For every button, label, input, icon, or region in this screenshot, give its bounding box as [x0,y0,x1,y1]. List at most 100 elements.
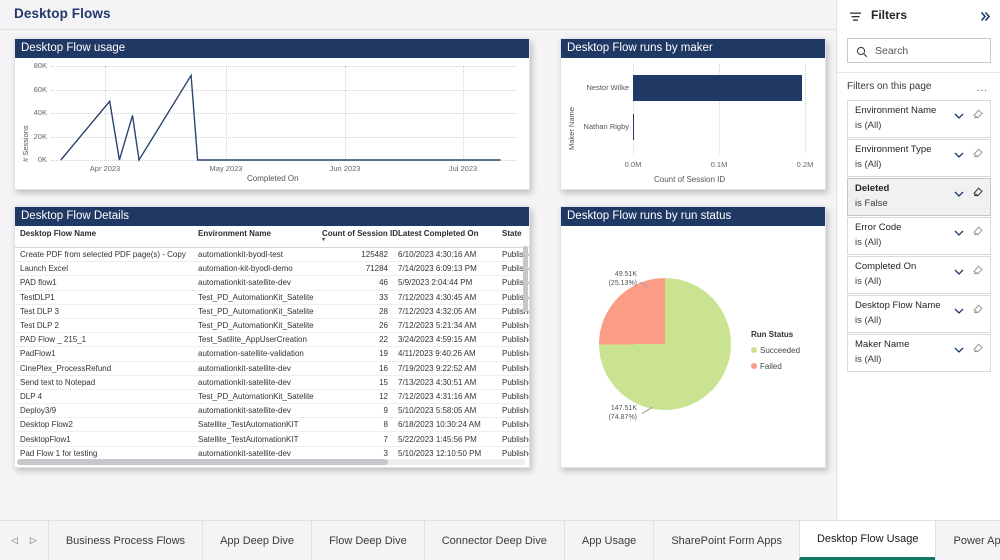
chevron-down-icon[interactable] [954,341,964,359]
table-row[interactable]: Pad Flow 1 for testing automationkit-sate… [15,446,529,459]
page-tab-business-process-flows[interactable]: Business Process Flows [47,521,203,560]
chevron-down-icon[interactable] [954,146,964,164]
table-row[interactable]: DLP 4 Test_PD_AutomationKit_Satelite 12 7/1… [15,389,529,405]
table-cell: 9 [317,403,393,419]
chevron-down-icon[interactable] [954,224,964,242]
pie-legend-item[interactable]: Failed [751,362,782,371]
filter-field-name: Desktop Flow Name [855,300,941,311]
table-row[interactable]: PAD Flow _ 215_1 Test_Satilite_AppUserCre… [15,332,529,348]
gridline-vertical [805,64,806,154]
pie-chart-body[interactable]: 49.51K (25.13%) 147.51K (74.87%) Run Sta… [561,226,825,467]
table-cell: Published [497,417,529,433]
filter-field-value: is (All) [855,354,882,365]
table-viewport[interactable]: Desktop Flow Name Environment Name Count o… [15,226,529,459]
page-tab-sharepoint-form-apps[interactable]: SharePoint Form Apps [653,521,799,560]
table-cell: 3 [317,446,393,459]
clear-filter-eraser-icon[interactable] [972,301,984,319]
line-chart-body[interactable]: # Sessions 80K 60K 40K 20K 0K Apr 2023 May 202… [15,58,529,189]
table-cell: Test DLP 2 [15,318,193,334]
table-cell: 8 [317,417,393,433]
filter-card[interactable]: Maker Name is (All) [847,334,991,372]
filter-card[interactable]: Completed On is (All) [847,256,991,294]
page-tab-app-usage[interactable]: App Usage [563,521,654,560]
table-row[interactable]: PadFlow1 automation-satellite-validation 1… [15,346,529,362]
page-tab-flow-deep-dive[interactable]: Flow Deep Dive [311,521,424,560]
page-tab-connector-deep-dive[interactable]: Connector Deep Dive [423,521,564,560]
table-row[interactable]: PAD flow1 automationkit-satellite-dev 46 5/… [15,275,529,291]
table-body[interactable]: Desktop Flow Name Environment Name Count o… [15,226,529,467]
table-cell: 125482 [317,247,393,263]
table-row[interactable]: TestDLP1 Test_PD_AutomationKit_Satelite 33… [15,290,529,305]
table-body-rows[interactable]: Create PDF from selected PDF page(s) - C… [15,247,529,459]
chevron-down-icon[interactable] [954,185,964,203]
table-row[interactable]: DesktopFlow1 Satellite_TestAutomationKIT 7… [15,431,529,447]
chevron-double-right-icon[interactable] [980,9,991,27]
clear-filter-eraser-icon[interactable] [972,184,984,202]
table-column-header[interactable]: State [497,226,529,248]
visual-runs-by-maker[interactable]: Desktop Flow runs by maker Maker Name 0.… [560,38,826,190]
table-header-row[interactable]: Desktop Flow Name Environment Name Count o… [15,226,529,248]
page-tab-app-deep-dive[interactable]: App Deep Dive [202,521,312,560]
clear-filter-eraser-icon[interactable] [972,223,984,241]
pie-slices[interactable] [599,278,731,410]
x-tick: 0.1M [710,160,728,169]
line-plot-area[interactable]: 80K 60K 40K 20K 0K Apr 2023 May 2023 Jun 2023 Ju… [15,58,531,191]
table-cell: 12 [317,389,393,405]
chevron-down-icon[interactable] [954,107,964,125]
sort-descending-icon: ▾ [322,237,326,243]
next-page-icon[interactable]: ▷ [30,535,37,546]
table-row[interactable]: Test DLP 3 Test_PD_AutomationKit_Satelite… [15,304,529,319]
table-cell: automation-satellite-validation [193,346,317,362]
filter-card[interactable]: Environment Name is (All) [847,100,991,138]
filters-divider [837,72,1000,73]
table-row[interactable]: Deploy3/9 automationkit-satellite-dev 9 5/1… [15,403,529,419]
chevron-down-icon[interactable] [954,263,964,281]
chevron-down-icon[interactable] [954,302,964,320]
table-vertical-scrollbar[interactable] [523,246,528,312]
table-cell: 4/11/2023 9:40:26 AM [393,346,497,362]
filters-search-placeholder: Search [875,45,909,57]
bar-segment[interactable] [633,113,634,140]
clear-filter-eraser-icon[interactable] [972,106,984,124]
table-cell: automationkit-byodl-test [193,247,317,263]
clear-filter-eraser-icon[interactable] [972,340,984,358]
table-row[interactable]: Send text to Notepad automationkit-satell… [15,375,529,390]
table-row[interactable]: CinePlex_ProcessRefund automationkit-sate… [15,361,529,376]
table-column-header[interactable]: Desktop Flow Name [15,226,193,248]
table-row[interactable]: Desktop Flow2 Satellite_TestAutomationKIT… [15,417,529,433]
table-cell: Published [497,332,529,348]
table-row[interactable]: Launch Excel automation-kit-byodl-demo 712… [15,261,529,277]
filter-field-name: Environment Name [855,105,937,116]
filter-card[interactable]: Environment Type is (All) [847,139,991,177]
visual-runs-by-run-status[interactable]: Desktop Flow runs by run status 49.51K (… [560,206,826,468]
table-cell: automation-kit-byodl-demo [193,261,317,277]
table-column-header[interactable]: Count of Session ID ▾ [317,226,398,248]
table-column-header[interactable]: Environment Name [193,226,317,248]
filter-card[interactable]: Error Code is (All) [847,217,991,255]
more-options-icon[interactable]: ... [977,83,988,94]
table-cell: 22 [317,332,393,348]
search-icon [856,45,868,63]
filter-card[interactable]: Desktop Flow Name is (All) [847,295,991,333]
filter-card[interactable]: Deleted is False [847,178,991,216]
bar-plot-area[interactable]: 0.0M 0.1M 0.2M Nestor Wilke Nathan Rigby [561,58,827,191]
table-horizontal-scrollbar[interactable] [17,459,525,465]
visual-desktop-flow-usage[interactable]: Desktop Flow usage # Sessions 80K 60K 40K 2… [14,38,530,190]
table-column-header[interactable]: Latest Completed On [393,226,497,248]
page-tab-desktop-flow-usage[interactable]: Desktop Flow Usage [798,521,936,560]
prev-page-icon[interactable]: ◁ [11,535,18,546]
table-cell: automationkit-satellite-dev [193,375,317,390]
filters-search-box[interactable]: Search [847,38,991,63]
bar-x-axis-title: Count of Session ID [654,175,726,184]
table-row[interactable]: Test DLP 2 Test_PD_AutomationKit_Satelite… [15,318,529,334]
bar-segment[interactable] [633,74,803,101]
bar-chart-body[interactable]: Maker Name 0.0M 0.1M 0.2M Nestor Wilke Natha… [561,58,825,189]
table-row[interactable]: Create PDF from selected PDF page(s) - C… [15,247,529,263]
page-tab-power-apps-adoption[interactable]: Power Apps Adoption [935,521,1000,560]
visual-desktop-flow-details[interactable]: Desktop Flow Details Desktop Flow Name En… [14,206,530,468]
pie-legend-item[interactable]: Succeeded [751,346,800,355]
clear-filter-eraser-icon[interactable] [972,145,984,163]
clear-filter-eraser-icon[interactable] [972,262,984,280]
filters-pane: Filters Search Filters on this page ... … [836,0,1000,520]
table-cell: Test_PD_AutomationKit_Satelite [193,389,317,405]
